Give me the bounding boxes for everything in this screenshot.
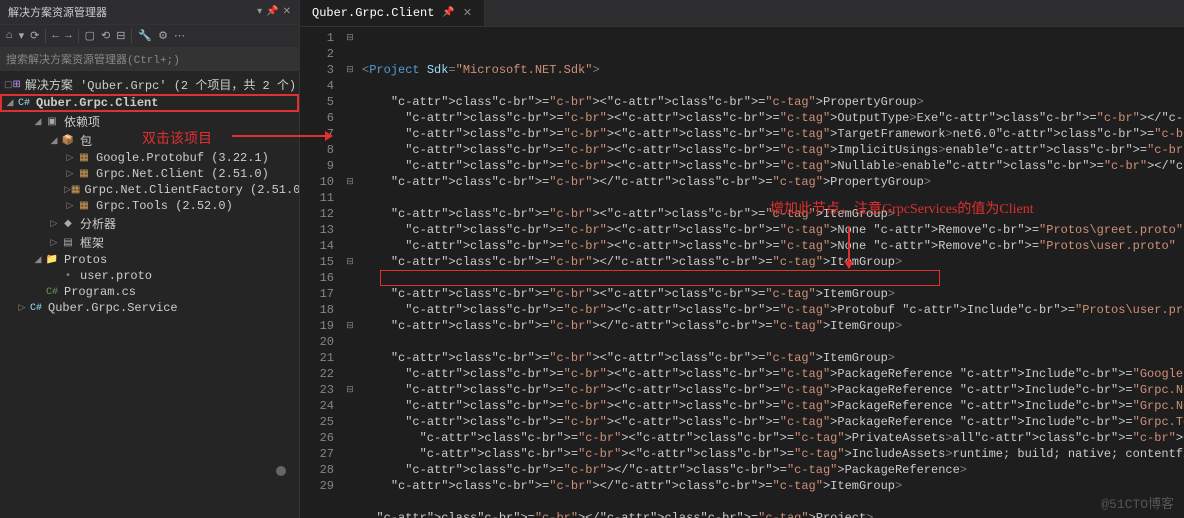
props-icon[interactable]: ⚙ (158, 29, 168, 43)
pin-icon[interactable]: 📌 (266, 6, 278, 18)
marker-dot (276, 466, 286, 476)
pkg-tools[interactable]: ▷▦Grpc.Tools (2.52.0) (0, 198, 299, 214)
arrow-2 (848, 226, 850, 268)
editor-tabs: Quber.Grpc.Client 📌 ✕ (300, 0, 1184, 27)
collapse-icon[interactable]: ⊟ (116, 29, 125, 43)
show-all-icon[interactable]: ▢ (85, 29, 95, 43)
csproj-icon: C# (28, 301, 44, 315)
framework-icon: ▤ (60, 236, 76, 250)
pkg-factory[interactable]: ▷▦Grpc.Net.ClientFactory (2.51.0) (0, 182, 299, 198)
sync-icon[interactable]: ⟳ (30, 29, 39, 43)
nuget-icon: ▦ (76, 199, 92, 213)
protos-folder[interactable]: ◢📁Protos (0, 252, 299, 268)
dependencies-icon: ▣ (44, 115, 60, 129)
frameworks-node[interactable]: ▷▤框架 (0, 233, 299, 252)
line-numbers: 1234567891011121314151617181920212223242… (300, 27, 342, 518)
annotation-2: 增加此节点，注意GrpcServices的值为Client (770, 198, 1034, 218)
close-icon[interactable]: ✕ (283, 6, 291, 18)
programcs-file[interactable]: C#Program.cs (0, 284, 299, 300)
analyzers-node[interactable]: ▷◆分析器 (0, 214, 299, 233)
dropdown-icon[interactable]: ▾ (257, 6, 262, 18)
nuget-icon: ▦ (76, 151, 92, 165)
package-icon: 📦 (60, 134, 76, 148)
more-icon[interactable]: ⋯ (174, 29, 185, 43)
editor-area: Quber.Grpc.Client 📌 ✕ 123456789101112131… (300, 0, 1184, 518)
close-tab-icon[interactable]: ✕ (463, 6, 472, 20)
solution-explorer: 解决方案资源管理器 ▾ 📌 ✕ ⌂ ▾ ⟳ ← → ▢ ⟲ ⊟ 🔧 ⚙ ⋯ 搜索… (0, 0, 300, 518)
save-icon[interactable]: ▾ (19, 29, 25, 43)
pin-icon[interactable]: 📌 (442, 7, 454, 19)
se-title: 解决方案资源管理器 (8, 4, 107, 20)
home-icon[interactable]: ⌂ (6, 30, 13, 42)
se-header: 解决方案资源管理器 ▾ 📌 ✕ (0, 0, 299, 25)
cs-icon: C# (44, 285, 60, 299)
solution-node[interactable]: ▢⊞解决方案 'Quber.Grpc' (2 个项目，共 2 个) (0, 75, 299, 94)
project-service-node[interactable]: ▷C#Quber.Grpc.Service (0, 300, 299, 316)
nuget-icon: ▦ (71, 183, 80, 197)
userproto-file[interactable]: •user.proto (0, 268, 299, 284)
pkg-protobuf[interactable]: ▷▦Google.Protobuf (3.22.1) (0, 150, 299, 166)
analyzer-icon: ◆ (60, 217, 76, 231)
search-input[interactable]: 搜索解决方案资源管理器(Ctrl+;) (0, 48, 299, 71)
watermark: @51CTO博客 (1101, 493, 1174, 512)
tab-csproj[interactable]: Quber.Grpc.Client 📌 ✕ (300, 0, 485, 26)
code-editor[interactable]: 1234567891011121314151617181920212223242… (300, 27, 1184, 518)
folder-icon: 📁 (44, 253, 60, 267)
prev-icon[interactable]: ← (52, 30, 59, 42)
wrench-icon[interactable]: 🔧 (138, 29, 152, 43)
project-client-node[interactable]: ◢C#Quber.Grpc.Client (0, 94, 299, 112)
solution-icon: ⊞ (13, 78, 21, 92)
refresh-icon[interactable]: ⟲ (101, 29, 110, 43)
fold-column: ⊟⊟⊟⊟⊟⊟ (342, 27, 358, 518)
pkg-grpcnet[interactable]: ▷▦Grpc.Net.Client (2.51.0) (0, 166, 299, 182)
arrow-1 (232, 135, 332, 137)
csproj-icon: C# (16, 96, 32, 110)
nuget-icon: ▦ (76, 167, 92, 181)
source-code[interactable]: <Project Sdk="Microsoft.NET.Sdk"> "c-att… (358, 27, 1184, 518)
next-icon[interactable]: → (65, 30, 72, 42)
se-toolbar: ⌂ ▾ ⟳ ← → ▢ ⟲ ⊟ 🔧 ⚙ ⋯ (0, 25, 299, 48)
proto-icon: • (60, 269, 76, 283)
annotation-1: 双击该项目 (142, 128, 212, 148)
